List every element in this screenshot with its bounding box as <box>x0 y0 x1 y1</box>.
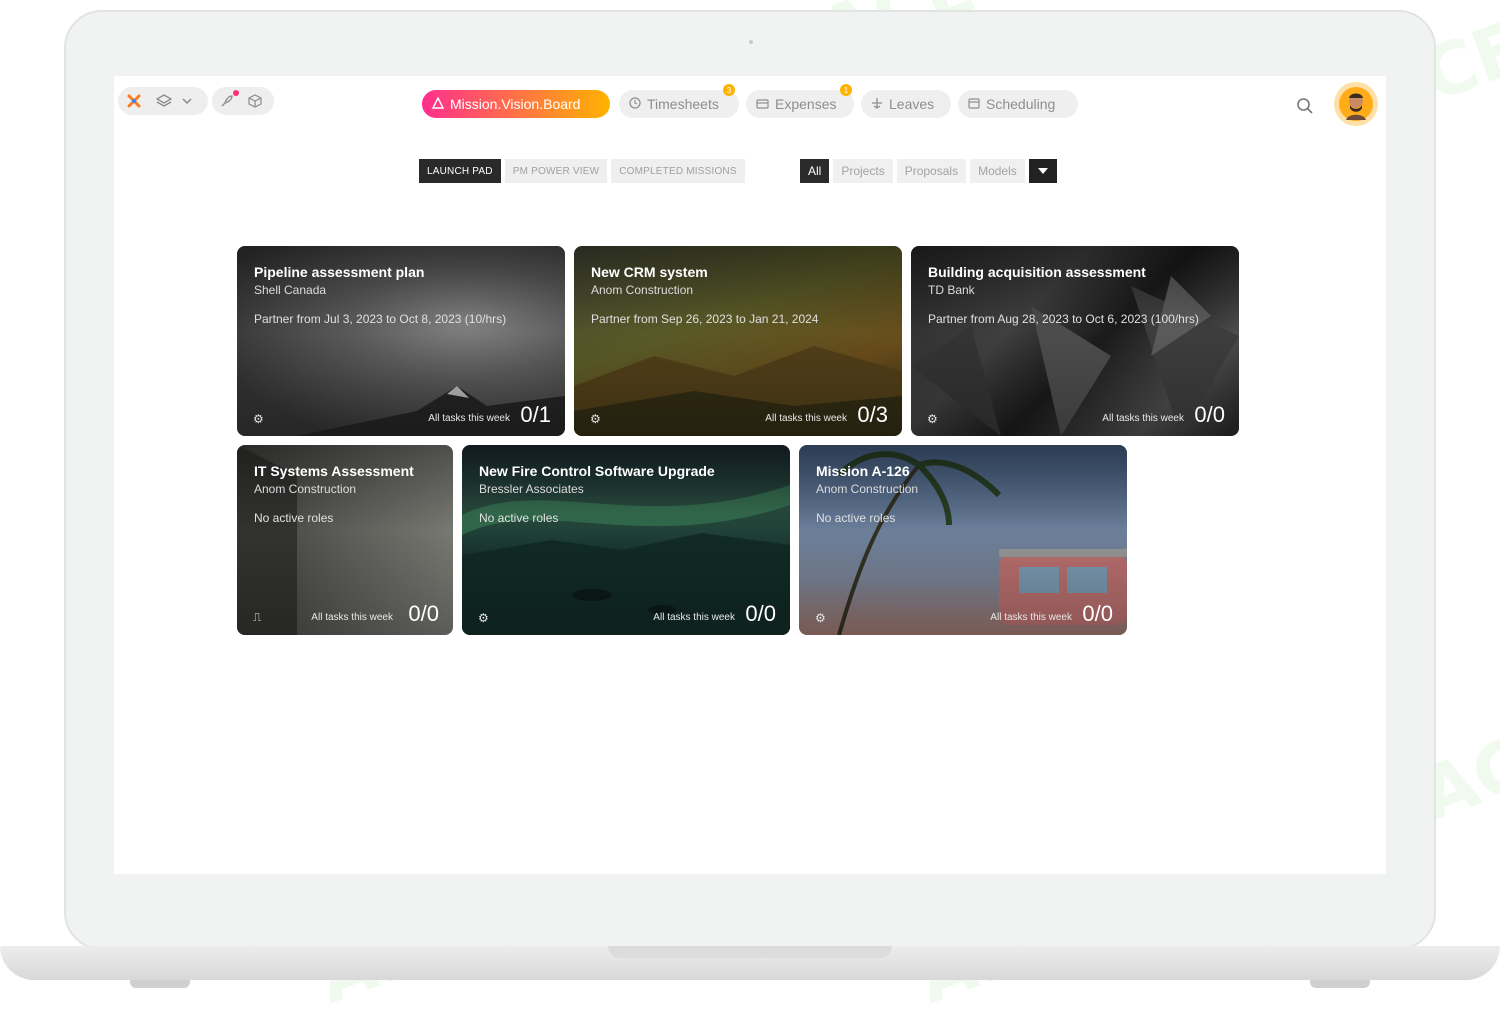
tab-pm-power-view[interactable]: PM POWER VIEW <box>504 159 608 183</box>
filter-dropdown-button[interactable] <box>1028 159 1057 183</box>
card-content: IT Systems Assessment Anom Construction … <box>254 463 439 526</box>
card-title: New CRM system <box>591 264 708 280</box>
nav-expenses[interactable]: Expenses 1 <box>746 84 854 118</box>
card-title: Building acquisition assessment <box>928 264 1146 280</box>
card-client: Anom Construction <box>254 482 357 496</box>
app-screen: Mission.Vision.Board Timesheets 3 Expens… <box>114 76 1386 874</box>
clock-icon <box>629 96 641 112</box>
nav-timesheets[interactable]: Timesheets 3 <box>619 84 739 118</box>
card-client: Shell Canada <box>254 283 327 297</box>
app-logo-icon <box>126 93 142 109</box>
card-detail: No active roles <box>816 511 896 525</box>
card-week-label: All tasks this week <box>653 612 735 623</box>
warning-icon <box>431 96 445 112</box>
quick-actions <box>212 87 274 115</box>
card-week-label: All tasks this week <box>990 612 1072 623</box>
card-detail: No active roles <box>479 511 559 525</box>
caret-down-icon <box>1037 168 1048 174</box>
card-icon <box>756 96 769 112</box>
card-detail: Partner from Jul 3, 2023 to Oct 8, 2023 … <box>254 312 507 326</box>
laptop-foot <box>130 980 190 988</box>
card-client: TD Bank <box>928 283 975 297</box>
laptop-foot <box>1310 980 1370 988</box>
card-client: Anom Construction <box>816 482 919 496</box>
chevron-down-icon[interactable] <box>182 97 192 105</box>
card-task-count: 0/3 <box>857 402 888 427</box>
tab-completed-missions[interactable]: COMPLETED MISSIONS <box>611 159 745 183</box>
settings-icon[interactable]: ⚙ <box>253 412 264 426</box>
card-client: Bressler Associates <box>479 482 584 496</box>
card-task-count: 0/0 <box>408 601 439 626</box>
expenses-badge: 1 <box>840 84 852 96</box>
timesheets-badge: 3 <box>723 84 735 96</box>
avatar[interactable] <box>1334 82 1378 126</box>
search-icon[interactable] <box>1296 97 1314 115</box>
filter-projects[interactable]: Projects <box>833 159 893 183</box>
card-title: Mission A-126 <box>816 463 910 479</box>
card-content: New Fire Control Software Upgrade Bressl… <box>479 463 776 526</box>
calendar-icon <box>968 96 980 112</box>
card-week-label: All tasks this week <box>428 413 510 424</box>
nav-label: Scheduling <box>986 96 1056 112</box>
card-title: New Fire Control Software Upgrade <box>479 463 715 479</box>
card-detail: No active roles <box>254 511 334 525</box>
nav-scheduling[interactable]: Scheduling <box>958 90 1078 118</box>
mission-card[interactable]: Pipeline assessment plan Shell Canada Pa… <box>237 246 565 436</box>
card-task-count: 0/1 <box>520 402 551 427</box>
card-content: Building acquisition assessment TD Bank … <box>928 264 1225 327</box>
flask-icon[interactable]: ⎍ <box>253 610 261 625</box>
card-content: Pipeline assessment plan Shell Canada Pa… <box>254 264 551 327</box>
nav-label: Expenses <box>775 96 837 112</box>
type-filters: All Projects Proposals Models <box>800 159 1057 183</box>
rocket-icon[interactable] <box>220 90 239 108</box>
plane-icon <box>871 96 883 112</box>
card-detail: Partner from Aug 28, 2023 to Oct 6, 2023… <box>928 312 1199 326</box>
filter-proposals[interactable]: Proposals <box>896 159 967 183</box>
card-title: IT Systems Assessment <box>254 463 414 479</box>
layers-icon <box>156 94 172 108</box>
nav-leaves[interactable]: Leaves <box>861 90 951 118</box>
nav-label: Mission.Vision.Board <box>450 96 581 112</box>
view-tabs: LAUNCH PAD PM POWER VIEW COMPLETED MISSI… <box>419 159 745 183</box>
filter-models[interactable]: Models <box>970 159 1025 183</box>
laptop-notch <box>608 946 892 958</box>
camera <box>749 40 753 44</box>
card-content: New CRM system Anom Construction Partner… <box>591 264 888 327</box>
mission-card[interactable]: IT Systems Assessment Anom Construction … <box>237 445 453 635</box>
nav-label: Leaves <box>889 96 935 112</box>
card-week-label: All tasks this week <box>765 413 847 424</box>
card-week-label: All tasks this week <box>1102 413 1184 424</box>
mission-card[interactable]: Mission A-126 Anom Construction No activ… <box>799 445 1127 635</box>
card-task-count: 0/0 <box>745 601 776 626</box>
workspace-switcher[interactable] <box>118 87 208 115</box>
mission-card[interactable]: New CRM system Anom Construction Partner… <box>574 246 902 436</box>
filter-all[interactable]: All <box>800 159 830 183</box>
cube-icon[interactable] <box>248 94 262 108</box>
settings-icon[interactable]: ⚙ <box>927 412 938 426</box>
card-client: Anom Construction <box>591 283 694 297</box>
mission-card[interactable]: New Fire Control Software Upgrade Bressl… <box>462 445 790 635</box>
mission-card[interactable]: Building acquisition assessment TD Bank … <box>911 246 1239 436</box>
tab-launch-pad[interactable]: LAUNCH PAD <box>419 159 501 183</box>
card-detail: Partner from Sep 26, 2023 to Jan 21, 202… <box>591 312 819 326</box>
card-title: Pipeline assessment plan <box>254 264 425 280</box>
card-content: Mission A-126 Anom Construction No activ… <box>816 463 1113 526</box>
notification-dot <box>233 90 239 96</box>
settings-icon[interactable]: ⚙ <box>815 611 826 625</box>
nav-label: Timesheets <box>647 96 719 112</box>
settings-icon[interactable]: ⚙ <box>478 611 489 625</box>
card-task-count: 0/0 <box>1194 402 1225 427</box>
settings-icon[interactable]: ⚙ <box>590 412 601 426</box>
card-task-count: 0/0 <box>1082 601 1113 626</box>
card-week-label: All tasks this week <box>311 612 393 623</box>
nav-mission-vision-board[interactable]: Mission.Vision.Board <box>422 90 610 118</box>
